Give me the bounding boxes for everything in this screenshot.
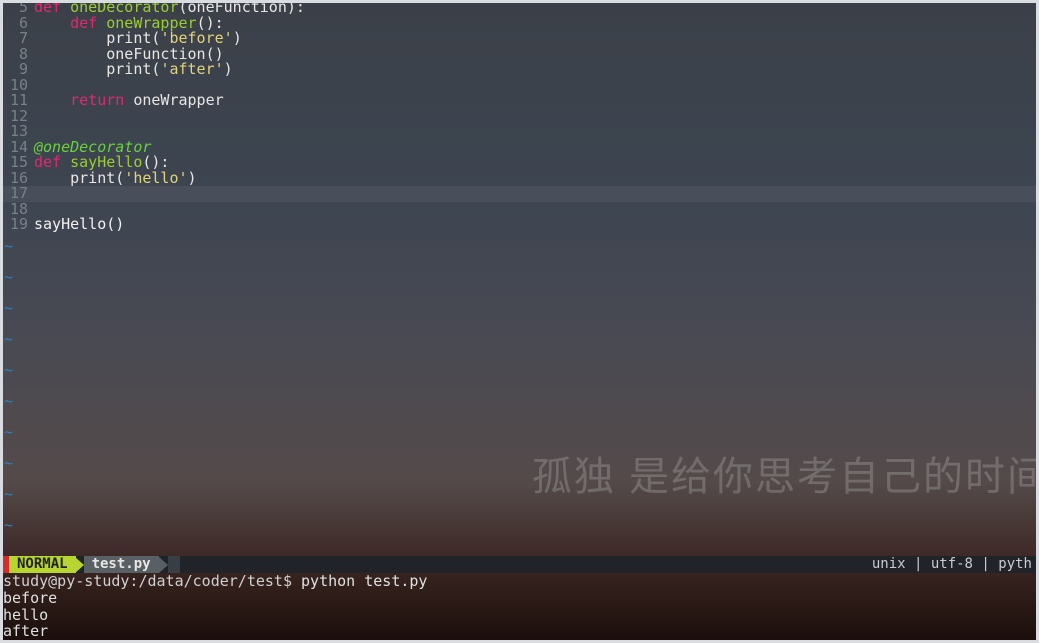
code-content[interactable]: sayHello() <box>34 217 124 233</box>
terminal-line: study@py-study:/data/coder/test$ python … <box>3 573 1036 590</box>
file-encoding-info: unix | utf-8 | pyth <box>872 557 1036 573</box>
separator-icon <box>75 557 84 573</box>
shell-prompt: study@py-study:/data/coder/test$ <box>3 639 301 643</box>
code-content[interactable]: print('hello') <box>34 171 197 187</box>
terminal-output[interactable]: study@py-study:/data/coder/test$ python … <box>3 573 1036 643</box>
terminal-line: before <box>3 590 1036 607</box>
empty-line-tilde: ~ <box>4 233 1039 264</box>
empty-line-tilde: ~ <box>4 512 1039 543</box>
shell-prompt: study@py-study:/data/coder/test$ <box>3 572 301 590</box>
code-line[interactable]: 16 print('hello') <box>0 171 1039 187</box>
empty-line-tilde: ~ <box>4 326 1039 357</box>
code-line[interactable]: 11 return oneWrapper <box>0 93 1039 109</box>
code-content[interactable]: return oneWrapper <box>34 93 224 109</box>
empty-line-tilde: ~ <box>4 264 1039 295</box>
vim-status-bar: NORMAL test.py unix | utf-8 | pyth <box>3 556 1036 573</box>
code-line[interactable]: 12 <box>0 109 1039 125</box>
line-number: 8 <box>0 47 34 63</box>
code-editor[interactable]: 5def oneDecorator(oneFunction):6 def one… <box>0 0 1039 233</box>
code-line[interactable]: 18 <box>0 202 1039 218</box>
vim-mode: NORMAL <box>9 556 76 573</box>
terminal-line: hello <box>3 607 1036 624</box>
code-line[interactable]: 19sayHello() <box>0 217 1039 233</box>
line-number: 7 <box>0 31 34 47</box>
code-line[interactable]: 9 print('after') <box>0 62 1039 78</box>
empty-line-tilde: ~ <box>4 419 1039 450</box>
shell-command: python test.py <box>301 572 427 590</box>
line-number: 19 <box>0 217 34 233</box>
line-number: 6 <box>0 16 34 32</box>
empty-line-tilde: ~ <box>4 357 1039 388</box>
line-number: 5 <box>0 0 34 16</box>
code-content[interactable]: print('after') <box>34 62 233 78</box>
terminal-line: after <box>3 623 1036 640</box>
code-line[interactable]: 17 <box>0 186 1039 202</box>
watermark-text: 孤独 是给你思考自己的时间 <box>532 470 1039 486</box>
empty-line-tilde: ~ <box>4 295 1039 326</box>
filename: test.py <box>84 556 159 573</box>
status-gap <box>168 556 180 573</box>
code-line[interactable]: 13 <box>0 124 1039 140</box>
separator-icon <box>159 557 168 573</box>
empty-line-tilde: ~ <box>4 388 1039 419</box>
